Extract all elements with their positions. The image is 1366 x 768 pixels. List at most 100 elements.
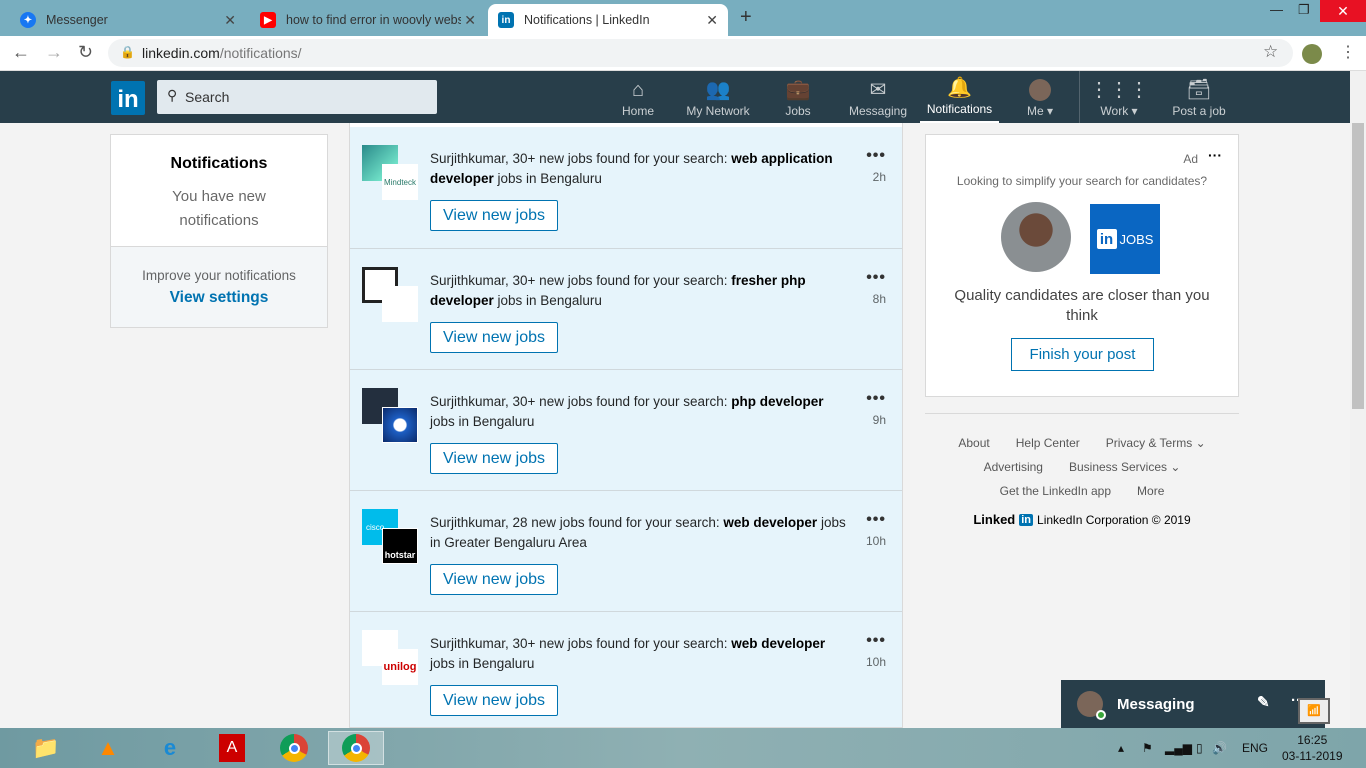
company-logo: hotstar xyxy=(382,528,418,564)
clock-date: 03-11-2019 xyxy=(1282,749,1343,763)
more-options-icon[interactable]: ••• xyxy=(866,511,886,529)
bookmark-star-icon[interactable]: ☆ xyxy=(1263,42,1278,62)
address-bar: ← → ↻ 🔒 linkedin.com/notifications/ ☆ ⋮ xyxy=(0,36,1366,71)
linkedin-jobs-logo: in JOBS xyxy=(1090,204,1160,274)
bell-icon: 🔔 xyxy=(947,77,972,99)
nav-me[interactable]: Me ▾ xyxy=(1020,71,1060,123)
lock-icon: 🔒 xyxy=(120,45,135,59)
me-label: Me xyxy=(1026,104,1044,118)
text-prefix: Surjithkumar, 30+ new jobs found for you… xyxy=(430,273,732,288)
nav-notifications[interactable]: 🔔 Notifications xyxy=(920,71,999,123)
finish-post-button[interactable]: Finish your post xyxy=(1011,338,1154,371)
footer-link-about[interactable]: About xyxy=(958,436,989,450)
clock[interactable]: 16:25 03-11-2019 xyxy=(1282,728,1343,768)
nav-work[interactable]: ⋮⋮⋮ Work ▾ xyxy=(1089,71,1149,123)
search-query: web developer xyxy=(731,636,826,651)
notification-item[interactable]: Surjithkumar, 30+ new jobs found for you… xyxy=(350,369,902,490)
company-logo: Mindteck xyxy=(382,164,418,200)
close-tab-icon[interactable]: ✕ xyxy=(706,12,718,29)
footer-link-app[interactable]: Get the LinkedIn app xyxy=(1000,484,1111,498)
url-host: linkedin.com xyxy=(142,45,220,61)
view-new-jobs-button[interactable]: View new jobs xyxy=(430,200,558,231)
notification-item[interactable]: Surjithkumar, 30+ new jobs found for you… xyxy=(350,248,902,369)
nav-post-job[interactable]: 🗃 Post a job xyxy=(1170,71,1228,123)
internet-explorer-icon[interactable]: e xyxy=(142,731,198,765)
notification-item[interactable]: Mindteck Surjithkumar, 30+ new jobs foun… xyxy=(350,127,902,248)
notification-item[interactable]: unilog Surjithkumar, 30+ new jobs found … xyxy=(350,611,902,727)
show-hidden-icons[interactable]: ▴ xyxy=(1118,728,1124,768)
text-suffix: jobs in Bengaluru xyxy=(430,656,535,671)
reload-icon[interactable]: ↻ xyxy=(78,42,93,63)
nav-label: Me ▾ xyxy=(1026,104,1054,118)
nav-messaging[interactable]: ✉ Messaging xyxy=(846,71,910,123)
footer-link-advertising[interactable]: Advertising xyxy=(984,460,1043,474)
page-scrollbar[interactable] xyxy=(1350,71,1366,728)
linkedin-icon: in xyxy=(498,12,514,28)
messaging-bar[interactable]: Messaging ✎ ··· xyxy=(1061,680,1325,728)
wireless-display-icon[interactable]: 📶 xyxy=(1298,698,1330,724)
footer-link-privacy[interactable]: Privacy & Terms ⌄ xyxy=(1106,436,1206,450)
chrome-icon[interactable] xyxy=(266,731,322,765)
scrollbar-thumb[interactable] xyxy=(1352,123,1364,409)
new-tab-button[interactable]: + xyxy=(740,6,752,29)
menu-icon[interactable]: ⋮ xyxy=(1340,42,1356,62)
grid-icon: ⋮⋮⋮ xyxy=(1089,79,1149,101)
copyright: Linked in LinkedIn Corporation © 2019 xyxy=(925,512,1239,527)
view-new-jobs-button[interactable]: View new jobs xyxy=(430,564,558,595)
ad-card: Ad ··· Looking to simplify your search f… xyxy=(925,134,1239,397)
business-label: Business Services xyxy=(1068,460,1168,474)
close-tab-icon[interactable]: ✕ xyxy=(224,12,236,29)
forward-icon[interactable]: → xyxy=(45,42,63,63)
notification-item[interactable]: cisco hotstar Surjithkumar, 28 new jobs … xyxy=(350,490,902,611)
tab-messenger[interactable]: ✦ Messenger ✕ xyxy=(10,4,246,36)
url-input[interactable]: 🔒 linkedin.com/notifications/ xyxy=(108,39,1293,67)
minimize-button[interactable]: — xyxy=(1270,2,1283,17)
notification-time: 8h xyxy=(872,292,886,306)
view-new-jobs-button[interactable]: View new jobs xyxy=(430,443,558,474)
linkedin-icon: in xyxy=(1096,229,1117,249)
close-window-button[interactable]: ✕ xyxy=(1320,0,1366,22)
more-options-icon[interactable]: ••• xyxy=(866,269,886,287)
tab-youtube[interactable]: ▶ how to find error in woovly websi ✕ xyxy=(250,4,486,36)
tab-title: how to find error in woovly websi xyxy=(286,13,461,27)
text-prefix: Surjithkumar, 30+ new jobs found for you… xyxy=(430,151,732,166)
search-input[interactable]: ⚲ Search xyxy=(157,80,437,114)
compose-icon[interactable]: ✎ xyxy=(1257,693,1270,711)
footer-link-help[interactable]: Help Center xyxy=(1016,436,1080,450)
profile-avatar[interactable] xyxy=(1302,44,1322,64)
footer-link-more[interactable]: More xyxy=(1137,484,1164,498)
volume-icon[interactable]: 🔊 xyxy=(1212,728,1227,768)
footer-link-business[interactable]: Business Services ⌄ xyxy=(1069,460,1180,474)
view-settings-link[interactable]: View settings xyxy=(111,289,327,307)
back-icon[interactable]: ← xyxy=(12,42,30,63)
more-options-icon[interactable]: ••• xyxy=(866,632,886,650)
file-explorer-icon[interactable]: 📁 xyxy=(18,731,74,765)
network-signal-icon[interactable]: ▂▄▆ xyxy=(1165,728,1192,768)
view-new-jobs-button[interactable]: View new jobs xyxy=(430,322,558,353)
view-new-jobs-button[interactable]: View new jobs xyxy=(430,685,558,716)
text-prefix: Surjithkumar, 30+ new jobs found for you… xyxy=(430,394,732,409)
restore-button[interactable]: ❐ xyxy=(1298,2,1310,18)
more-options-icon[interactable]: ••• xyxy=(866,390,886,408)
nav-jobs[interactable]: 💼 Jobs xyxy=(776,71,820,123)
tab-title: Messenger xyxy=(46,13,108,27)
nav-home[interactable]: ⌂ Home xyxy=(612,71,664,123)
battery-icon[interactable]: ▯ xyxy=(1196,728,1203,768)
language-indicator[interactable]: ENG xyxy=(1242,728,1268,768)
linkedin-logo[interactable]: in xyxy=(111,81,145,115)
linkedin-icon: in xyxy=(1019,513,1034,526)
windows-taskbar: 📁 ▲ e A ▴ ⚑ ▂▄▆ ▯ 🔊 ENG 16:25 03-11-2019 xyxy=(0,728,1366,768)
action-center-flag-icon[interactable]: ⚑ xyxy=(1142,728,1153,768)
text-prefix: Surjithkumar, 30+ new jobs found for you… xyxy=(430,636,732,651)
tab-linkedin[interactable]: in Notifications | LinkedIn ✕ xyxy=(488,4,728,36)
more-options-icon[interactable]: ••• xyxy=(866,147,886,165)
nav-my-network[interactable]: 👥 My Network xyxy=(680,71,756,123)
clock-time: 16:25 xyxy=(1297,733,1328,747)
chrome-active-icon[interactable] xyxy=(328,731,384,765)
ad-question: Looking to simplify your search for cand… xyxy=(956,174,1208,188)
acrobat-icon[interactable]: A xyxy=(204,731,260,765)
search-query: php developer xyxy=(731,394,824,409)
ad-options-icon[interactable]: ··· xyxy=(1208,147,1222,163)
vlc-icon[interactable]: ▲ xyxy=(80,731,136,765)
close-tab-icon[interactable]: ✕ xyxy=(464,12,476,29)
